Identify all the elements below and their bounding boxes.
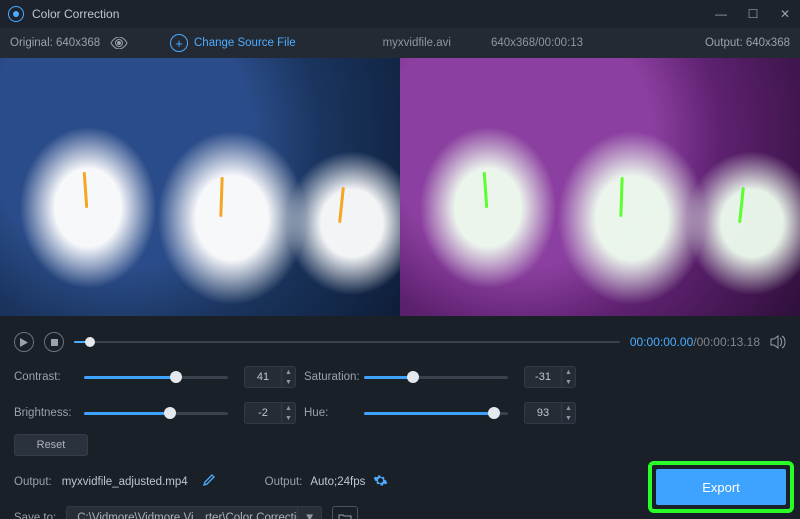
- hue-down[interactable]: ▼: [562, 413, 575, 423]
- saturation-up[interactable]: ▲: [562, 367, 575, 377]
- change-source-file-button[interactable]: + Change Source File: [170, 34, 296, 52]
- hue-spinner[interactable]: 93 ▲▼: [524, 402, 576, 424]
- save-path-text: C:\Vidmore\Vidmore Vi…rter\Color Correct…: [67, 512, 297, 519]
- saturation-label: Saturation:: [304, 371, 364, 383]
- window-controls: — ☐ ✕: [714, 7, 792, 21]
- output-filename: myxvidfile_adjusted.mp4: [62, 476, 188, 488]
- brightness-spinner[interactable]: -2 ▲▼: [244, 402, 296, 424]
- open-folder-button[interactable]: [332, 506, 358, 519]
- hue-slider[interactable]: [364, 406, 508, 420]
- saturation-down[interactable]: ▼: [562, 377, 575, 387]
- brightness-value: -2: [245, 407, 281, 419]
- play-button[interactable]: [14, 332, 34, 352]
- contrast-value: 41: [245, 371, 281, 383]
- source-info-bar: Original: 640x368 + Change Source File m…: [0, 28, 800, 58]
- preview-toggle-icon[interactable]: [110, 37, 128, 49]
- output-settings-gear-icon[interactable]: [373, 473, 388, 491]
- app-logo-icon: [8, 6, 24, 22]
- stop-button[interactable]: [44, 332, 64, 352]
- save-path-dropdown[interactable]: C:\Vidmore\Vidmore Vi…rter\Color Correct…: [66, 506, 322, 519]
- export-button[interactable]: Export: [656, 469, 786, 505]
- preview-original-pane: [0, 58, 400, 316]
- rename-output-icon[interactable]: [202, 474, 215, 490]
- contrast-spinner[interactable]: 41 ▲▼: [244, 366, 296, 388]
- output-resolution-label: Output: 640x368: [670, 37, 790, 49]
- minimize-button[interactable]: —: [714, 7, 728, 21]
- source-dims-duration: 640x368/00:00:13: [491, 37, 583, 49]
- plus-circle-icon: +: [170, 34, 188, 52]
- save-path-chevron-icon[interactable]: ▼: [297, 507, 321, 519]
- contrast-up[interactable]: ▲: [282, 367, 295, 377]
- playback-bar: 00:00:00.00/00:00:13.18: [0, 322, 800, 362]
- source-filename: myxvidfile.avi: [383, 37, 451, 49]
- maximize-button[interactable]: ☐: [746, 7, 760, 21]
- title-bar: Color Correction — ☐ ✕: [0, 0, 800, 28]
- saturation-spinner[interactable]: -31 ▲▼: [524, 366, 576, 388]
- brightness-up[interactable]: ▲: [282, 403, 295, 413]
- brightness-slider[interactable]: [84, 406, 228, 420]
- original-resolution-label: Original: 640x368: [10, 37, 100, 49]
- reset-button[interactable]: Reset: [14, 434, 88, 456]
- saturation-value: -31: [525, 371, 561, 383]
- seek-slider[interactable]: [74, 335, 620, 349]
- output-file-label: Output:: [14, 476, 52, 488]
- contrast-slider[interactable]: [84, 370, 228, 384]
- hue-up[interactable]: ▲: [562, 403, 575, 413]
- contrast-label: Contrast:: [14, 371, 84, 383]
- output-settings-label: Output:: [265, 476, 303, 488]
- total-time: 00:00:13.18: [697, 335, 760, 349]
- playback-time: 00:00:00.00/00:00:13.18: [630, 335, 760, 349]
- window-title: Color Correction: [32, 7, 119, 21]
- close-button[interactable]: ✕: [778, 7, 792, 21]
- change-source-label: Change Source File: [194, 37, 296, 49]
- saturation-slider[interactable]: [364, 370, 508, 384]
- current-time: 00:00:00.00: [630, 335, 693, 349]
- contrast-down[interactable]: ▼: [282, 377, 295, 387]
- color-sliders: Contrast: 41 ▲▼ Saturation: -31 ▲▼ Brigh…: [0, 362, 800, 424]
- export-highlight: Export: [648, 461, 794, 513]
- brightness-down[interactable]: ▼: [282, 413, 295, 423]
- output-settings-value: Auto;24fps: [310, 476, 365, 488]
- brightness-label: Brightness:: [14, 407, 84, 419]
- preview-split: [0, 58, 800, 316]
- hue-value: 93: [525, 407, 561, 419]
- volume-icon[interactable]: [770, 335, 786, 349]
- save-to-label: Save to:: [14, 512, 56, 519]
- hue-label: Hue:: [304, 407, 364, 419]
- preview-adjusted-pane: [400, 58, 800, 316]
